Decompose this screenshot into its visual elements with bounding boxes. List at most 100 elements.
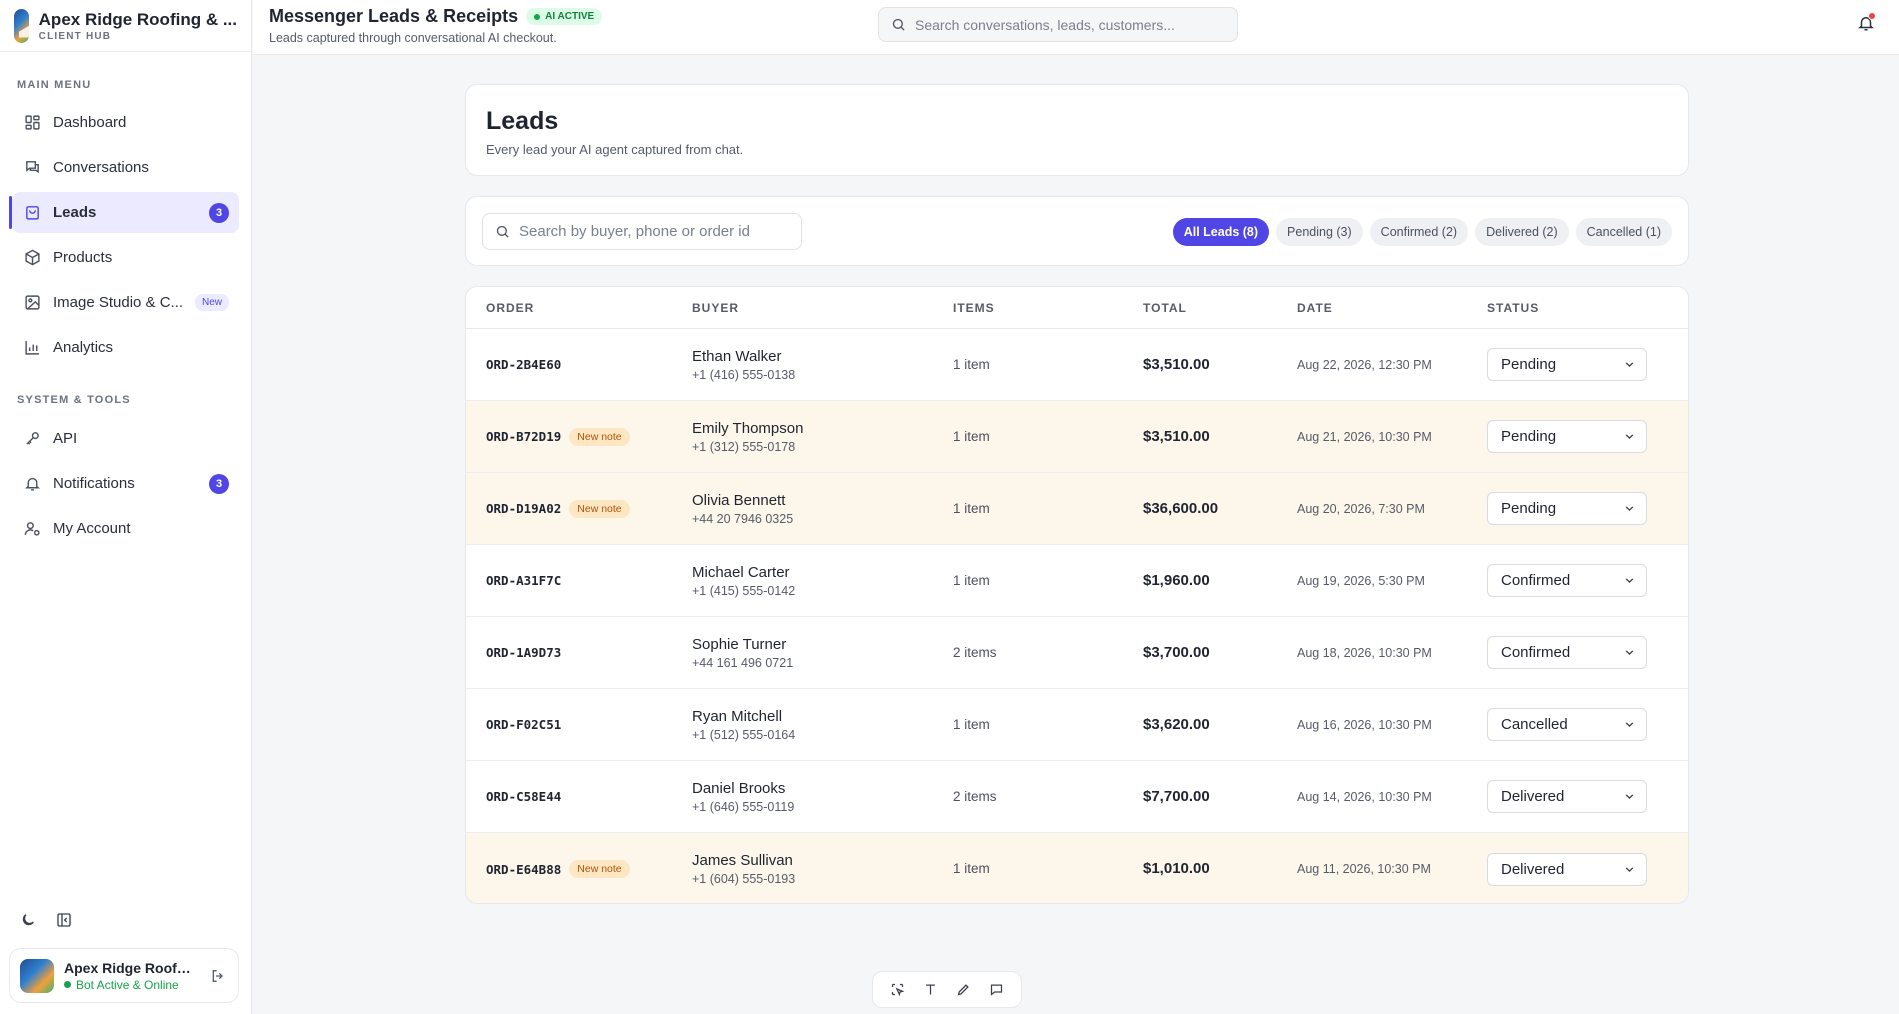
sidebar-bottom-controls <box>18 910 74 930</box>
status-dot <box>64 981 71 988</box>
sidebar-item-label: Notifications <box>53 475 135 492</box>
new-note-badge: New note <box>569 860 630 878</box>
chat-icon <box>22 158 42 178</box>
status-filter-tabs: All Leads (8) Pending (3) Confirmed (2) … <box>1172 218 1672 246</box>
key-icon <box>22 429 42 449</box>
sidebar-item-label: Image Studio & C... <box>53 294 184 311</box>
tab-cancelled[interactable]: Cancelled (1) <box>1575 218 1672 246</box>
ai-active-badge: AI ACTIVE <box>526 8 603 25</box>
tab-confirmed[interactable]: Confirmed (2) <box>1369 218 1469 246</box>
filter-bar: All Leads (8) Pending (3) Confirmed (2) … <box>465 196 1689 266</box>
tab-all-leads[interactable]: All Leads (8) <box>1172 218 1270 246</box>
account-name: Apex Ridge Roofin... <box>64 959 192 976</box>
order-date: Aug 16, 2026, 10:30 PM <box>1297 717 1432 732</box>
table-row[interactable]: ORD-F02C51 Ryan Mitchell +1 (512) 555-0164… <box>466 689 1688 761</box>
sidebar-item-my-account[interactable]: My Account <box>12 508 239 549</box>
table-row[interactable]: ORD-1A9D73 Sophie Turner +44 161 496 0721 2… <box>466 617 1688 689</box>
buyer-cell: James Sullivan +1 (604) 555-0193 <box>692 852 953 886</box>
table-row[interactable]: ORD-C58E44 Daniel Brooks +1 (646) 555-0119… <box>466 761 1688 833</box>
sidebar-item-leads[interactable]: Leads 3 <box>9 192 239 233</box>
sidebar-item-label: Analytics <box>53 339 114 356</box>
chevron-down-icon <box>1623 430 1636 443</box>
user-gear-icon <box>22 519 42 539</box>
brand[interactable]: Apex Ridge Roofing & ... CLIENT HUB <box>0 0 251 52</box>
chevron-down-icon <box>1623 574 1636 587</box>
sidebar-item-label: My Account <box>53 520 131 537</box>
tab-pending[interactable]: Pending (3) <box>1276 218 1363 246</box>
buyer-cell: Ryan Mitchell +1 (512) 555-0164 <box>692 708 953 742</box>
global-search-input[interactable] <box>915 16 1215 33</box>
comment-icon[interactable] <box>987 980 1007 1000</box>
header-subtitle: Leads captured through conversational AI… <box>269 31 557 45</box>
bot-status-text: Bot Active & Online <box>76 977 179 992</box>
status-dropdown[interactable]: Delivered <box>1487 852 1647 886</box>
leads-search[interactable] <box>482 213 802 250</box>
status-dropdown[interactable]: Pending <box>1487 348 1647 381</box>
order-date: Aug 11, 2026, 10:30 PM <box>1297 862 1431 876</box>
bar-chart-icon <box>22 338 42 358</box>
moon-icon[interactable] <box>18 910 38 930</box>
table-row[interactable]: ORD-2B4E60 Ethan Walker +1 (416) 555-0138 1… <box>466 329 1688 401</box>
items-count: 1 item <box>953 428 990 444</box>
chevron-down-icon <box>1623 358 1636 371</box>
buyer-cell: Sophie Turner +44 161 496 0721 <box>692 636 953 670</box>
bot-status: Bot Active & Online <box>64 978 208 992</box>
account-card[interactable]: Apex Ridge Roofin... Bot Active & Online <box>9 948 239 1003</box>
table-row[interactable]: ORD-D19A02 New note Olivia Bennett +44 20 7… <box>466 473 1688 545</box>
main-menu: Dashboard Conversations Leads 3 Products… <box>0 102 251 368</box>
notification-dot <box>1868 12 1876 20</box>
items-count: 1 item <box>953 572 990 588</box>
status-dropdown[interactable]: Confirmed <box>1487 636 1647 669</box>
status-dropdown[interactable]: Pending <box>1487 492 1647 525</box>
new-note-badge: New note <box>569 427 630 446</box>
text-tool-icon[interactable] <box>921 980 941 1000</box>
sidebar-item-notifications[interactable]: Notifications 3 <box>12 463 239 504</box>
order-total: $3,510.00 <box>1143 427 1210 445</box>
order-total: $3,620.00 <box>1143 715 1210 733</box>
global-search[interactable] <box>878 7 1238 42</box>
table-body: ORD-2B4E60 Ethan Walker +1 (416) 555-0138 1… <box>466 329 1688 903</box>
status-dropdown[interactable]: Confirmed <box>1487 564 1647 597</box>
sidebar-item-conversations[interactable]: Conversations <box>12 147 239 188</box>
status-dropdown[interactable]: Pending <box>1487 420 1647 453</box>
sidebar-item-products[interactable]: Products <box>12 237 239 278</box>
buyer-cell: Daniel Brooks +1 (646) 555-0119 <box>692 780 953 814</box>
select-cursor-icon[interactable] <box>888 980 908 1000</box>
order-total: $1,960.00 <box>1143 571 1210 589</box>
status-value: Delivered <box>1501 788 1565 805</box>
sidebar-item-image-studio[interactable]: Image Studio & C... New <box>12 282 239 323</box>
status-value: Pending <box>1501 356 1557 373</box>
items-count: 1 item <box>953 861 990 876</box>
buyer-name: Michael Carter <box>692 563 790 581</box>
order-date: Aug 20, 2026, 7:30 PM <box>1297 501 1425 516</box>
order-id: ORD-F02C51 <box>486 717 562 732</box>
system-tools-label: SYSTEM & TOOLS <box>17 394 131 406</box>
collapse-sidebar-icon[interactable] <box>54 910 74 930</box>
table-row[interactable]: ORD-A31F7C Michael Carter +1 (415) 555-014… <box>466 545 1688 617</box>
ai-active-text: AI ACTIVE <box>545 11 595 22</box>
buyer-name: Olivia Bennett <box>692 491 786 509</box>
status-dropdown[interactable]: Delivered <box>1487 780 1647 813</box>
sidebar-item-analytics[interactable]: Analytics <box>12 327 239 368</box>
buyer-phone: +44 161 496 0721 <box>692 655 794 670</box>
logout-icon[interactable] <box>208 966 228 986</box>
status-dropdown[interactable]: Cancelled <box>1487 708 1647 741</box>
table-row[interactable]: ORD-B72D19 New note Emily Thompson +1 (312)… <box>466 401 1688 473</box>
buyer-phone: +44 20 7946 0325 <box>692 511 794 526</box>
pencil-icon[interactable] <box>954 980 974 1000</box>
order-date: Aug 19, 2026, 5:30 PM <box>1297 573 1425 588</box>
column-header-date: DATE <box>1297 300 1333 315</box>
tab-delivered[interactable]: Delivered (2) <box>1475 218 1569 246</box>
order-cell: ORD-A31F7C <box>466 573 692 588</box>
table-row[interactable]: ORD-E64B88 New note James Sullivan +1 (604)… <box>466 833 1688 903</box>
buyer-name: Ryan Mitchell <box>692 707 783 725</box>
sidebar: Apex Ridge Roofing & ... CLIENT HUB MAIN… <box>0 0 252 1014</box>
sidebar-item-api[interactable]: API <box>12 418 239 459</box>
sidebar-item-dashboard[interactable]: Dashboard <box>12 102 239 143</box>
status-value: Delivered <box>1501 860 1565 878</box>
leads-search-input[interactable] <box>519 223 789 240</box>
box-icon <box>22 248 42 268</box>
main-menu-label: MAIN MENU <box>17 79 92 91</box>
order-id: ORD-A31F7C <box>486 573 562 588</box>
status-value: Confirmed <box>1501 644 1571 661</box>
